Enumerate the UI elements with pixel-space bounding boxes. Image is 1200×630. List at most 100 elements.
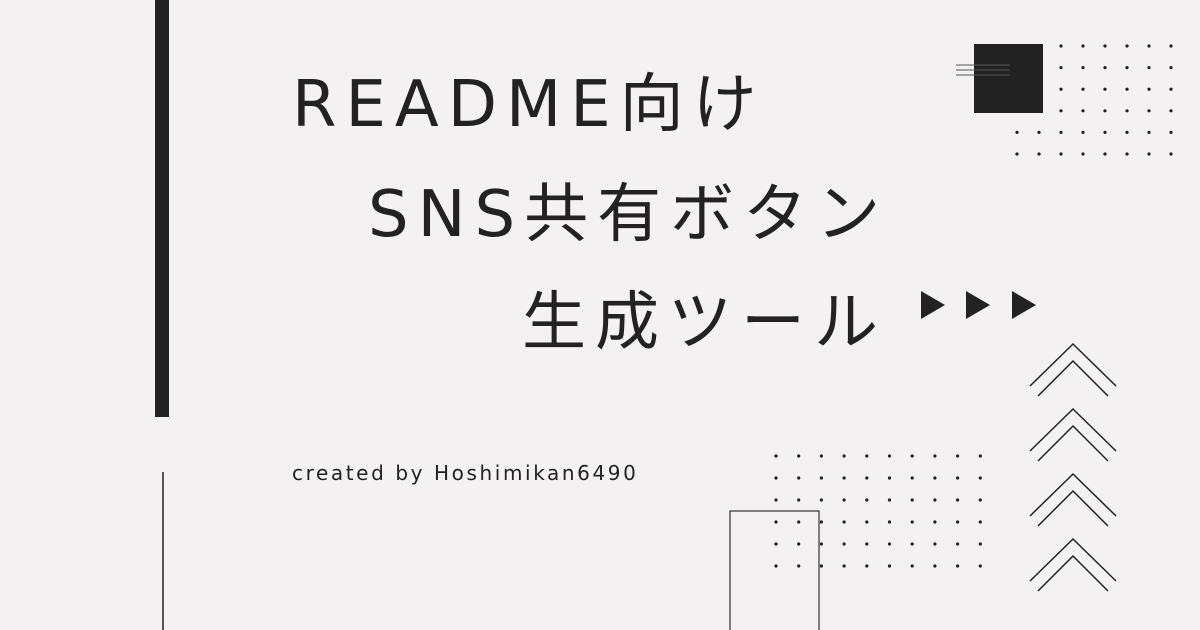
dot [933,520,937,524]
dot [1015,152,1019,156]
chevron-outer [1029,342,1117,387]
dot [819,476,824,480]
chevron-outer [1029,407,1117,452]
dot [819,454,824,458]
dot [842,564,846,568]
dot [1147,87,1151,91]
dot [1169,66,1173,70]
dot [774,476,778,480]
dot [842,476,846,480]
dot [819,564,824,568]
dot [1037,152,1041,156]
dot [1125,152,1129,156]
chevron-inner [1037,489,1109,527]
dot [956,476,960,480]
dot [956,564,960,568]
chevron-up-icon [1029,342,1117,592]
dot [842,542,846,546]
outlined-rectangle [729,510,820,630]
dot [774,498,778,502]
dot [1147,152,1151,156]
dot [956,542,960,546]
dot [774,542,778,546]
dot [819,542,824,546]
dot [1169,130,1173,134]
dot [774,520,778,524]
chevron-inner [1037,424,1109,462]
dot [1059,130,1063,134]
dot [865,542,869,546]
dot [1147,130,1151,134]
dot [1081,109,1085,113]
dot [1059,109,1063,113]
dot [1125,130,1129,134]
dot [865,564,869,568]
dot [1059,152,1063,156]
chevron-outer [1029,537,1117,582]
dot [910,454,914,458]
dot [910,476,914,480]
dot [910,542,914,546]
dot [978,498,982,502]
dot [1081,44,1085,48]
dot [1125,44,1129,48]
dot [910,520,914,524]
dot [933,542,937,546]
dot [1081,152,1085,156]
dot [865,520,869,524]
dot [1103,87,1107,91]
dot [865,476,869,480]
dot [887,454,892,458]
dot [842,520,846,524]
dot [1169,87,1173,91]
dot [1059,44,1063,48]
dot [933,564,937,568]
dot [1081,130,1085,134]
dot [842,498,846,502]
dot [956,498,960,502]
dot [1103,44,1107,48]
play-triangle-icon [921,291,1036,319]
dot [1081,66,1085,70]
dot [797,520,801,524]
dot [1125,109,1129,113]
dot [887,520,892,524]
dot [978,454,982,458]
dot [1169,109,1173,113]
dot [1081,87,1085,91]
dot [774,564,778,568]
dot [1147,109,1151,113]
dot [1169,44,1173,48]
dot [797,454,801,458]
dot [956,520,960,524]
dot [1125,87,1129,91]
dot [797,564,801,568]
dot [1015,130,1019,134]
dot [956,454,960,458]
dot [910,498,914,502]
chevron-inner [1037,554,1109,592]
dot [865,454,869,458]
dot [819,498,824,502]
decorations [729,44,1173,630]
dot [1103,66,1107,70]
chevron-outer [1029,472,1117,517]
dot [910,564,914,568]
dot [865,498,869,502]
chevron-inner [1037,359,1109,397]
dot [842,454,846,458]
dot [1169,152,1173,156]
dot [1103,152,1107,156]
dot [933,476,937,480]
dot [774,454,778,458]
dot [797,542,801,546]
dot [1037,130,1041,134]
dot [1103,109,1107,113]
dot [1103,130,1107,134]
dot [1125,66,1129,70]
dot [797,498,801,502]
dot [933,498,937,502]
dot [1147,66,1151,70]
dot [1059,66,1063,70]
dot [887,542,892,546]
